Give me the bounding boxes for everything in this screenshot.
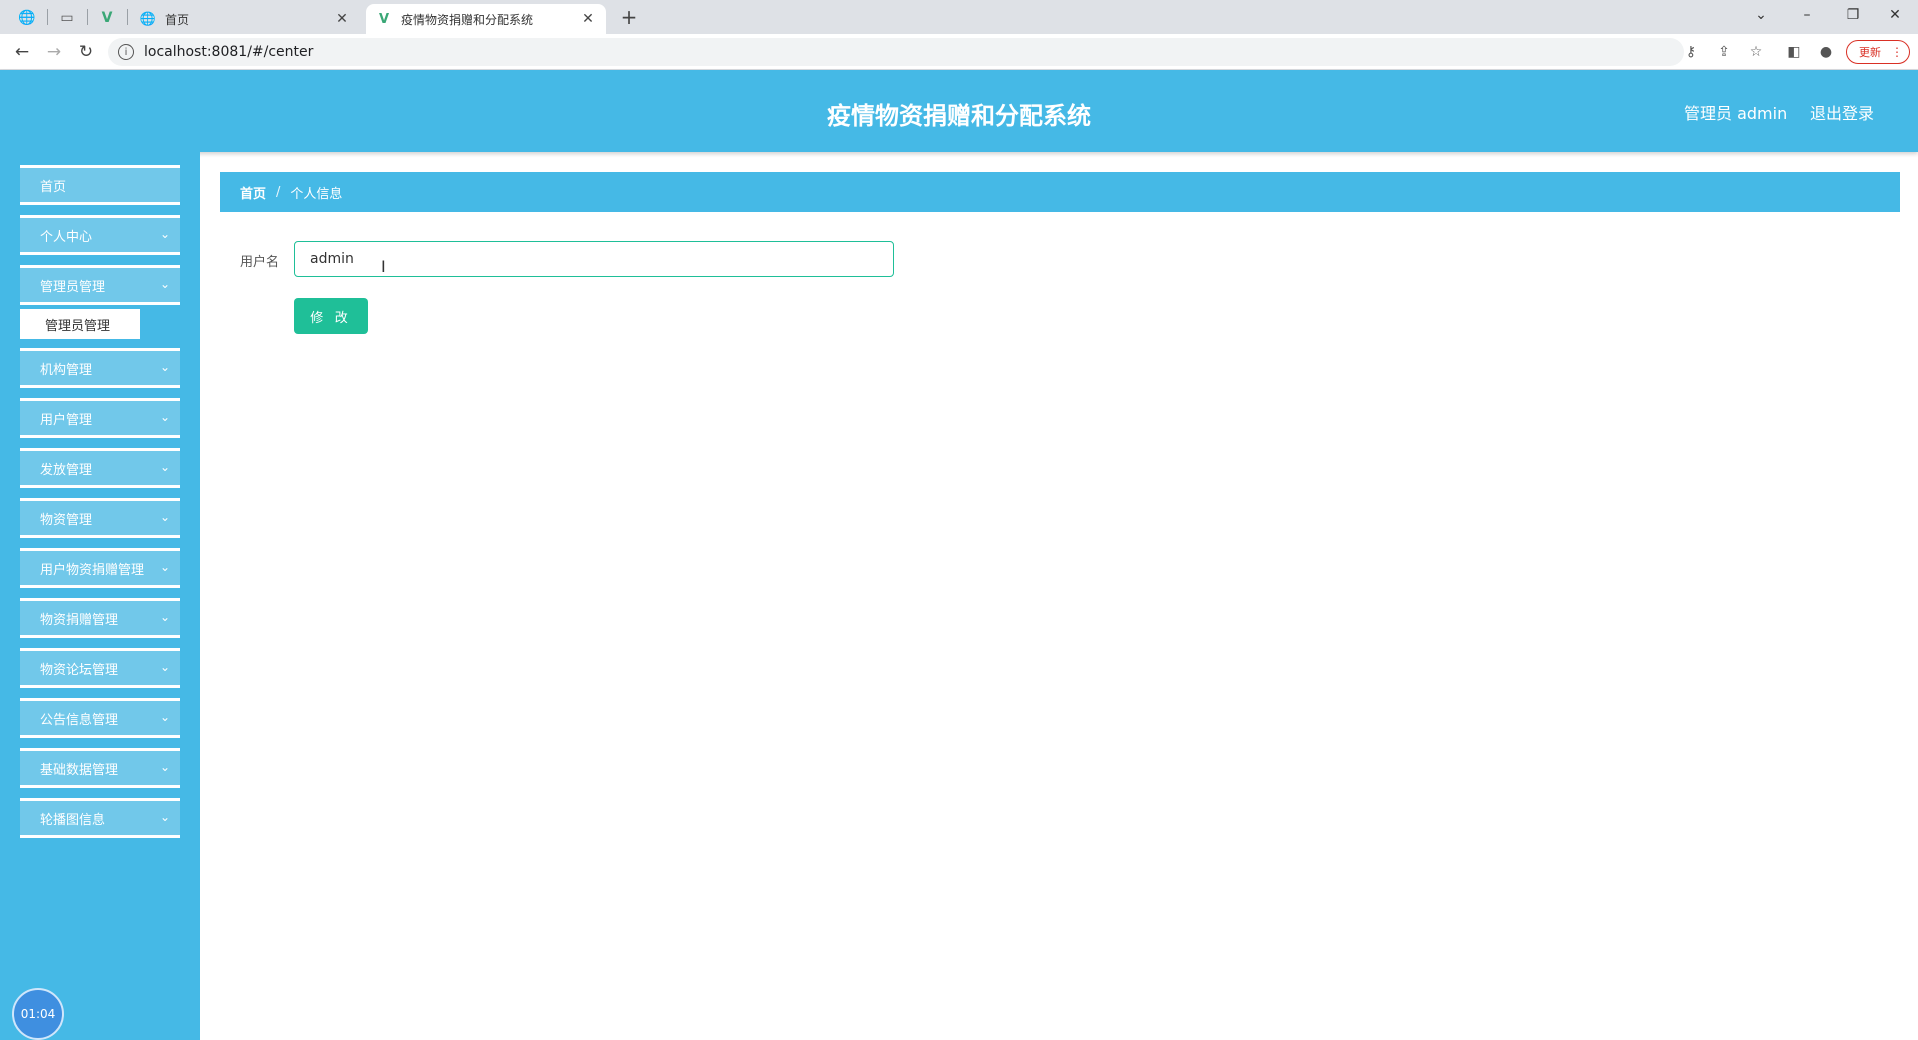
breadcrumb-home[interactable]: 首页 (240, 183, 266, 202)
chevron-down-icon: ⌄ (159, 610, 170, 624)
key-icon[interactable]: ⚷ (1680, 42, 1702, 62)
sidebar-item-admin-management[interactable]: 管理员管理 ⌄ (20, 265, 180, 305)
vue-logo-icon: V (378, 11, 390, 27)
close-icon[interactable]: ✕ (580, 11, 596, 27)
chevron-down-icon: ⌄ (159, 227, 170, 241)
sidebar-item-label: 用户管理 (40, 412, 93, 428)
side-panel-icon[interactable]: ◧ (1783, 42, 1805, 62)
info-icon[interactable]: i (118, 44, 134, 60)
reload-icon[interactable]: ↻ (74, 41, 98, 63)
app-title: 疫情物资捐赠和分配系统 (827, 102, 1091, 130)
breadcrumb: 首页 / 个人信息 (220, 172, 1900, 212)
share-icon[interactable]: ⇪ (1713, 42, 1735, 62)
sidebar-item-personal-center[interactable]: 个人中心 ⌄ (20, 215, 180, 255)
logout-link[interactable]: 退出登录 (1810, 100, 1874, 124)
chevron-down-icon: ⌄ (159, 460, 170, 474)
sidebar-item-donation-management[interactable]: 物资捐赠管理 ⌄ (20, 598, 180, 638)
sidebar-item-label: 发放管理 (40, 462, 93, 478)
star-icon[interactable]: ☆ (1745, 42, 1767, 62)
submenu-item-label: 管理员管理 (45, 318, 111, 334)
tab-title: 疫情物资捐赠和分配系统 (401, 12, 534, 27)
more-icon: ⋮ (1891, 45, 1903, 59)
chevron-down-icon: ⌄ (159, 810, 170, 824)
current-user: 管理员 admin (1684, 104, 1788, 123)
chevron-down-icon: ⌄ (159, 660, 170, 674)
tab-title: 首页 (165, 12, 190, 27)
modify-button[interactable]: 修 改 (294, 298, 368, 334)
sidebar-item-label: 公告信息管理 (40, 712, 119, 728)
sidebar-item-base-data-management[interactable]: 基础数据管理 ⌄ (20, 748, 180, 788)
browser-tab-active[interactable]: V 疫情物资捐赠和分配系统 ✕ (366, 4, 606, 34)
globe-icon: 🌐 (139, 11, 157, 27)
breadcrumb-separator: / (276, 184, 281, 200)
sidebar-item-label: 物资管理 (40, 512, 93, 528)
sidebar-item-forum-management[interactable]: 物资论坛管理 ⌄ (20, 648, 180, 688)
sidebar-item-user-donation-management[interactable]: 用户物资捐赠管理 ⌄ (20, 548, 180, 588)
sidebar-item-label: 用户物资捐赠管理 (40, 562, 145, 578)
browser-toolbar: ← → ↻ i localhost:8081/#/center ⚷ ⇪ ☆ ◧ … (0, 34, 1918, 70)
back-icon[interactable]: ← (10, 41, 34, 63)
username-label: 用户名 (240, 255, 280, 270)
chevron-down-icon: ⌄ (159, 760, 170, 774)
profile-icon[interactable]: ● (1815, 42, 1837, 62)
sidebar-item-carousel-info[interactable]: 轮播图信息 ⌄ (20, 798, 180, 838)
close-window-icon[interactable]: ✕ (1872, 0, 1918, 30)
sidebar-item-label: 基础数据管理 (40, 762, 119, 778)
sidebar: 首页 个人中心 ⌄ 管理员管理 ⌄ 管理员管理 机构管理 ⌄ 用户管理 ⌄ 发放… (0, 152, 200, 1040)
minimize-icon[interactable]: – (1784, 0, 1830, 30)
timer-badge: 01:04 (12, 988, 64, 1040)
chevron-down-icon: ⌄ (159, 360, 170, 374)
sidebar-item-label: 物资论坛管理 (40, 662, 119, 678)
sidebar-item-label: 物资捐赠管理 (40, 612, 119, 628)
sidebar-item-label: 机构管理 (40, 362, 93, 378)
close-icon[interactable]: ✕ (334, 11, 350, 27)
chevron-down-icon[interactable]: ⌄ (1738, 0, 1784, 30)
blank-page-icon[interactable]: ▭ (54, 5, 80, 31)
browser-tabbar: 🌐 ▭ V 🌐 首页 ✕ V 疫情物资捐赠和分配系统 ✕ + ⌄ – ❐ ✕ (0, 0, 1918, 34)
sidebar-item-announcement-management[interactable]: 公告信息管理 ⌄ (20, 698, 180, 738)
update-button[interactable]: 更新 ⋮ (1846, 40, 1910, 64)
tab-divider (87, 9, 88, 25)
sidebar-item-label: 轮播图信息 (40, 812, 106, 828)
new-tab-icon[interactable]: + (616, 4, 642, 30)
sidebar-item-user-management[interactable]: 用户管理 ⌄ (20, 398, 180, 438)
tab-divider (47, 9, 48, 25)
browser-tab-home[interactable]: 🌐 首页 ✕ (130, 4, 360, 34)
sidebar-item-institution-management[interactable]: 机构管理 ⌄ (20, 348, 180, 388)
tab-divider (127, 9, 128, 25)
chevron-down-icon: ⌄ (159, 277, 170, 291)
sidebar-item-label: 个人中心 (40, 229, 93, 245)
breadcrumb-current: 个人信息 (290, 186, 343, 202)
sidebar-item-distribution-management[interactable]: 发放管理 ⌄ (20, 448, 180, 488)
chevron-down-icon: ⌄ (159, 710, 170, 724)
restore-icon[interactable]: ❐ (1830, 0, 1876, 30)
update-label: 更新 (1859, 46, 1881, 59)
chevron-down-icon: ⌄ (159, 560, 170, 574)
globe-icon[interactable]: 🌐 (14, 5, 40, 31)
address-bar[interactable]: i localhost:8081/#/center (108, 38, 1684, 66)
sidebar-item-label: 首页 (40, 179, 67, 195)
sidebar-item-label: 管理员管理 (40, 279, 106, 295)
forward-icon[interactable]: → (42, 41, 66, 63)
sidebar-item-home[interactable]: 首页 (20, 165, 180, 205)
text-cursor-icon: I (381, 257, 386, 276)
url-text: localhost:8081/#/center (144, 44, 314, 60)
sidebar-item-supplies-management[interactable]: 物资管理 ⌄ (20, 498, 180, 538)
app-header: 疫情物资捐赠和分配系统 管理员 admin 退出登录 (0, 70, 1918, 152)
chevron-down-icon: ⌄ (159, 410, 170, 424)
vue-logo-icon[interactable]: V (94, 5, 120, 31)
chevron-down-icon: ⌄ (159, 510, 170, 524)
submenu-item-admin-management[interactable]: 管理员管理 (20, 309, 140, 339)
